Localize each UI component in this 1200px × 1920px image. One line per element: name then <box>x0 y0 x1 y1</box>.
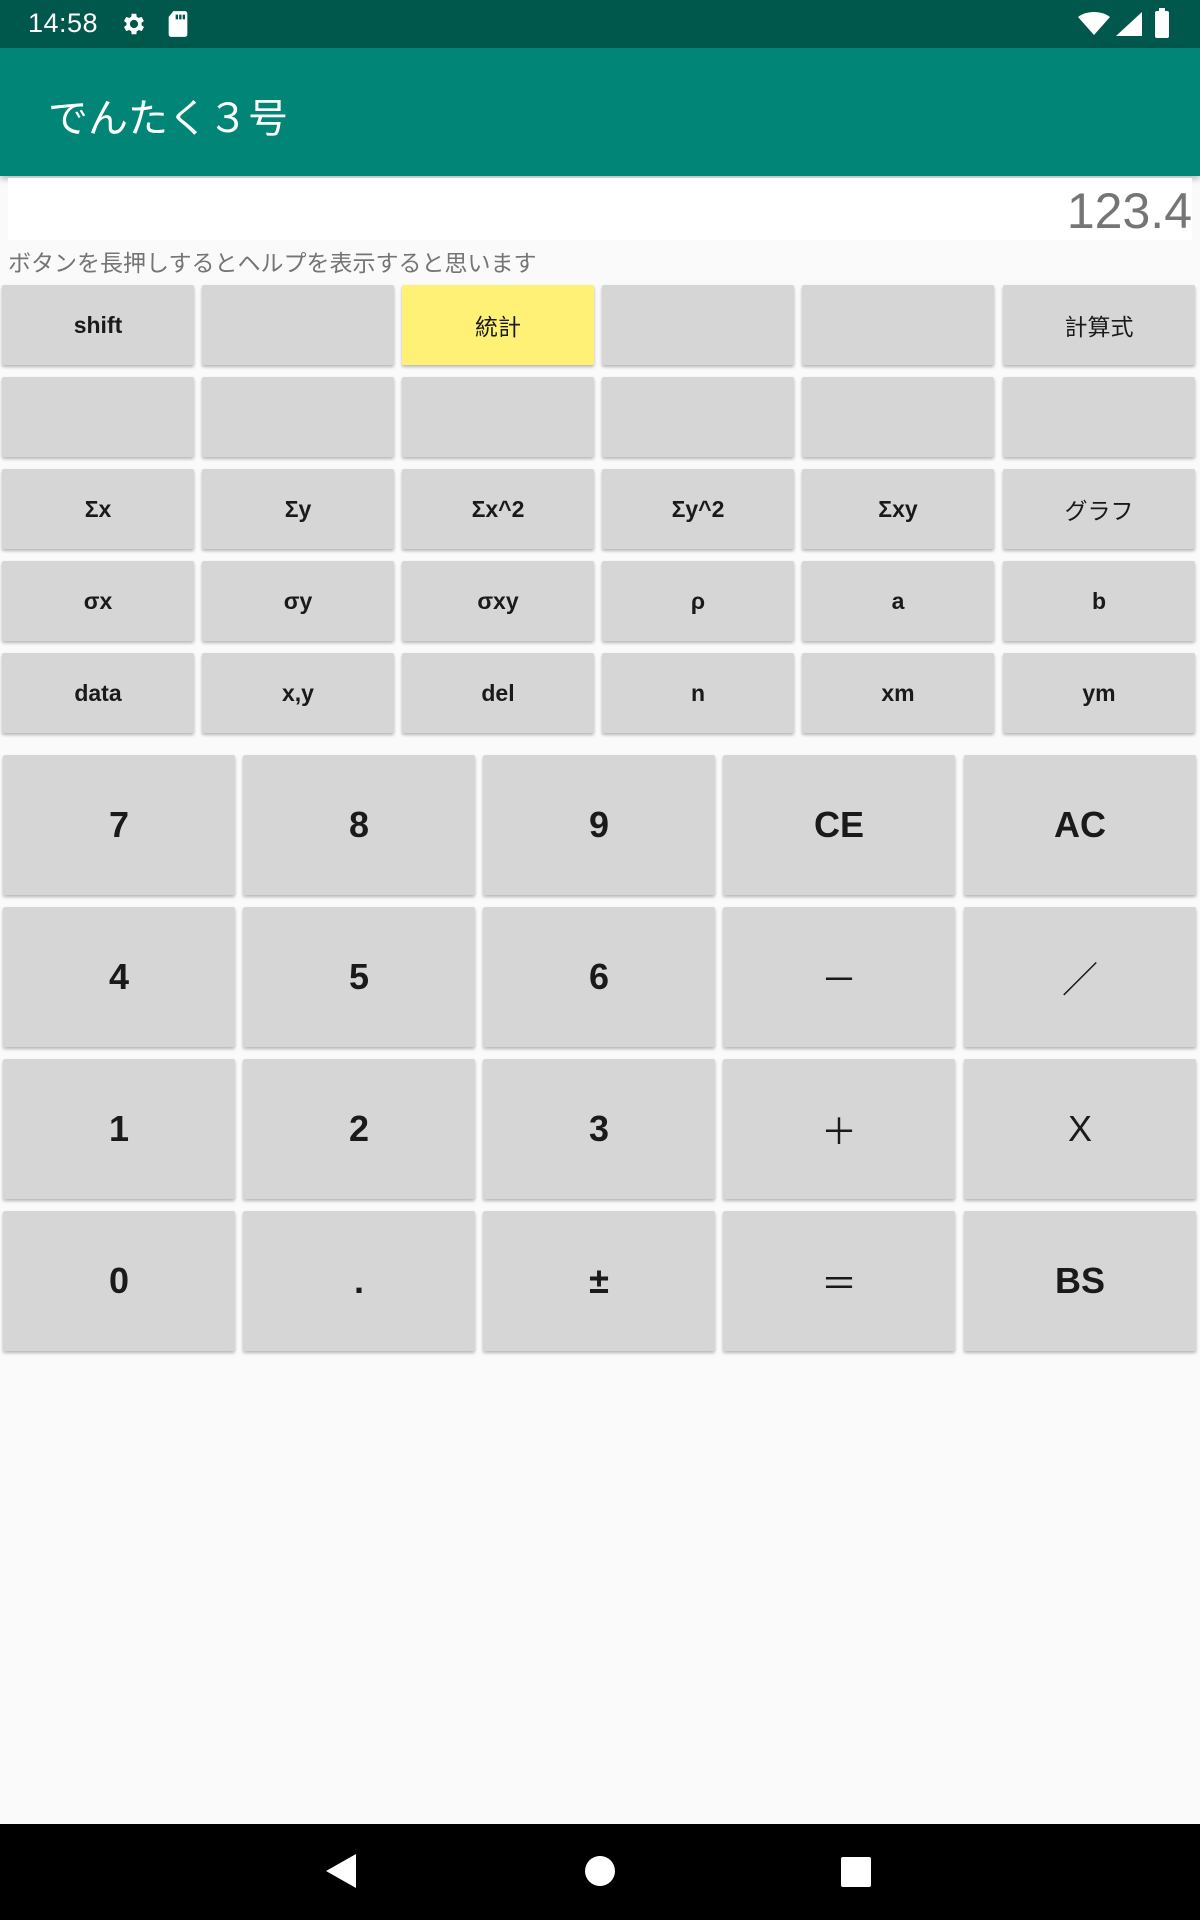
count-n-button[interactable]: n <box>602 653 794 733</box>
graph-button[interactable]: グラフ <box>1003 469 1195 549</box>
function-button-blank[interactable] <box>202 377 394 457</box>
navigation-bar <box>0 1824 1200 1920</box>
sigma-x-button[interactable]: σx <box>2 561 194 641</box>
plus-minus-button[interactable]: ± <box>483 1211 715 1351</box>
sum-x-button[interactable]: Σx <box>2 469 194 549</box>
status-bar: 14:58 <box>0 0 1200 48</box>
sum-x-squared-button[interactable]: Σx^2 <box>402 469 594 549</box>
sum-xy-button[interactable]: Σxy <box>802 469 994 549</box>
decimal-point-button[interactable]: . <box>243 1211 475 1351</box>
all-clear-button[interactable]: AC <box>964 755 1196 895</box>
digit-5-button[interactable]: 5 <box>243 907 475 1047</box>
sum-y-button[interactable]: Σy <box>202 469 394 549</box>
digit-9-button[interactable]: 9 <box>483 755 715 895</box>
xy-input-button[interactable]: x,y <box>202 653 394 733</box>
divide-button[interactable]: ／ <box>964 907 1196 1047</box>
digit-7-button[interactable]: 7 <box>3 755 235 895</box>
shift-button[interactable]: shift <box>2 285 194 365</box>
function-button-blank[interactable] <box>602 285 794 365</box>
mean-x-button[interactable]: xm <box>802 653 994 733</box>
wifi-icon <box>1078 12 1110 40</box>
function-button-blank[interactable] <box>2 377 194 457</box>
digit-6-button[interactable]: 6 <box>483 907 715 1047</box>
back-icon[interactable] <box>326 1854 356 1892</box>
coef-a-button[interactable]: a <box>802 561 994 641</box>
equals-button[interactable]: ＝ <box>723 1211 955 1351</box>
function-button-blank[interactable] <box>202 285 394 365</box>
app-title: でんたく３号 <box>48 96 288 142</box>
sd-card-icon <box>166 10 190 42</box>
display-value: 123.4 <box>1066 183 1192 239</box>
function-button-blank[interactable] <box>802 377 994 457</box>
digit-2-button[interactable]: 2 <box>243 1059 475 1199</box>
function-button-blank[interactable] <box>802 285 994 365</box>
minus-button[interactable]: － <box>723 907 955 1047</box>
status-time: 14:58 <box>28 8 99 38</box>
recents-icon[interactable] <box>841 1857 871 1891</box>
coef-b-button[interactable]: b <box>1003 561 1195 641</box>
digit-3-button[interactable]: 3 <box>483 1059 715 1199</box>
sigma-xy-button[interactable]: σxy <box>402 561 594 641</box>
help-hint: ボタンを長押しするとヘルプを表示すると思います <box>8 251 537 277</box>
sum-y-squared-button[interactable]: Σy^2 <box>602 469 794 549</box>
function-button-blank[interactable] <box>1003 377 1195 457</box>
sigma-y-button[interactable]: σy <box>202 561 394 641</box>
data-button[interactable]: data <box>2 653 194 733</box>
digit-8-button[interactable]: 8 <box>243 755 475 895</box>
stats-mode-button[interactable]: 統計 <box>402 285 594 365</box>
function-button-blank[interactable] <box>602 377 794 457</box>
clear-entry-button[interactable]: CE <box>723 755 955 895</box>
rho-button[interactable]: ρ <box>602 561 794 641</box>
backspace-button[interactable]: BS <box>964 1211 1196 1351</box>
formula-mode-button[interactable]: 計算式 <box>1003 285 1195 365</box>
multiply-button[interactable]: X <box>964 1059 1196 1199</box>
mean-y-button[interactable]: ym <box>1003 653 1195 733</box>
battery-icon <box>1154 8 1170 42</box>
signal-icon <box>1116 12 1142 40</box>
gear-icon <box>120 10 148 42</box>
digit-0-button[interactable]: 0 <box>3 1211 235 1351</box>
plus-button[interactable]: ＋ <box>723 1059 955 1199</box>
display-field[interactable]: 123.4 <box>8 178 1192 240</box>
function-button-blank[interactable] <box>402 377 594 457</box>
home-icon[interactable] <box>585 1856 615 1890</box>
digit-1-button[interactable]: 1 <box>3 1059 235 1199</box>
delete-data-button[interactable]: del <box>402 653 594 733</box>
app-bar: でんたく３号 <box>0 48 1200 176</box>
digit-4-button[interactable]: 4 <box>3 907 235 1047</box>
